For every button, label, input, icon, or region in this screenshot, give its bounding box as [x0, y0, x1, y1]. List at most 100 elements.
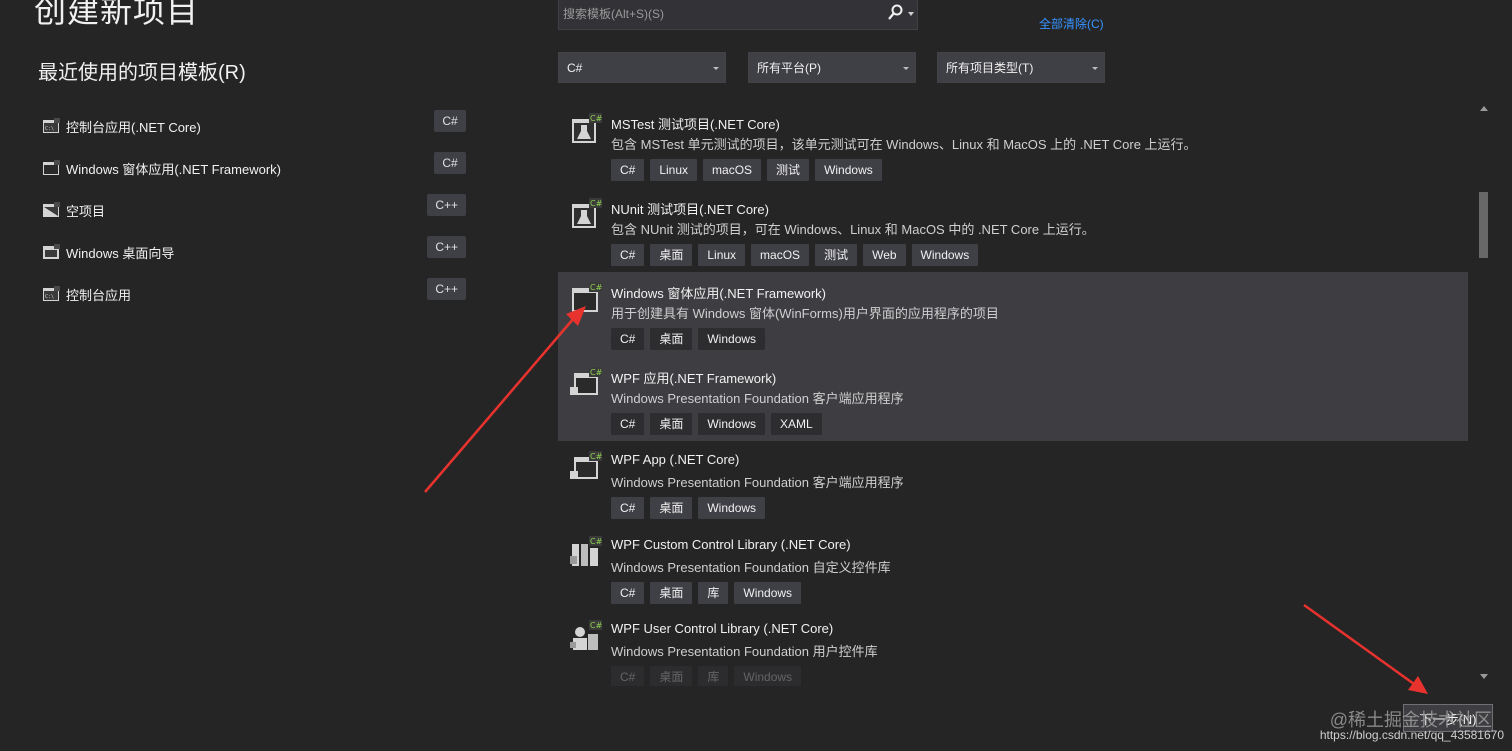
- template-tag: 桌面: [650, 497, 693, 519]
- recent-item-console-core[interactable]: C:\ 控制台应用(.NET Core) C#: [38, 105, 470, 147]
- svg-text:C#: C#: [590, 199, 602, 208]
- template-list: C# MSTest 测试项目(.NET Core) 包含 MSTest 单元测试…: [558, 103, 1468, 686]
- scroll-up-icon[interactable]: [1480, 106, 1488, 111]
- template-tag: C#: [611, 666, 645, 686]
- template-tag: C#: [611, 412, 645, 435]
- template-item-wpf-custom-control[interactable]: C# WPF Custom Control Library (.NET Core…: [558, 526, 1468, 611]
- recent-item-empty-project[interactable]: 空项目 C++: [38, 189, 470, 231]
- scroll-down-icon[interactable]: [1480, 674, 1488, 679]
- template-description: Windows Presentation Foundation 自定义控件库: [611, 559, 891, 575]
- recent-item-windows-forms[interactable]: Windows 窗体应用(.NET Framework) C#: [38, 147, 470, 189]
- template-tag: Windows: [698, 412, 766, 435]
- recent-item-label: Windows 桌面向导: [66, 245, 175, 261]
- template-tag: 桌面: [650, 412, 693, 435]
- template-name: WPF 应用(.NET Framework): [611, 370, 777, 386]
- template-tag: C#: [611, 328, 645, 350]
- template-tag: 测试: [815, 243, 858, 266]
- recent-item-label: 空项目: [66, 203, 106, 219]
- recent-templates-list: C:\ 控制台应用(.NET Core) C# Windows 窗体应用(.NE…: [38, 105, 470, 315]
- template-name: WPF Custom Control Library (.NET Core): [611, 536, 851, 552]
- scrollbar-thumb[interactable]: [1479, 192, 1488, 258]
- recent-item-label: 控制台应用: [66, 287, 132, 303]
- svg-text:C#: C#: [590, 283, 602, 292]
- template-tags: C# Linux macOS 测试 Windows: [611, 159, 882, 181]
- template-tag: 桌面: [650, 581, 693, 604]
- wpf-app-icon: C#: [570, 451, 602, 479]
- svg-text:C#: C#: [590, 452, 602, 461]
- svg-text:C#: C#: [590, 114, 602, 123]
- template-name: WPF User Control Library (.NET Core): [611, 621, 834, 636]
- search-input[interactable]: [559, 0, 879, 28]
- user-control-icon: C#: [570, 620, 602, 650]
- template-tag: XAML: [771, 412, 822, 435]
- clear-all-link[interactable]: 全部清除(C): [1039, 15, 1104, 32]
- template-tag: 库: [698, 666, 729, 686]
- template-tag: C#: [611, 497, 645, 519]
- template-tag: Linux: [698, 243, 746, 266]
- recent-templates-title: 最近使用的项目模板(R): [38, 62, 246, 84]
- chevron-down-icon: [903, 67, 909, 70]
- chevron-down-icon: [713, 67, 719, 70]
- template-name: Windows 窗体应用(.NET Framework): [611, 286, 827, 301]
- windows-form-icon: C#: [572, 282, 602, 312]
- template-name: WPF App (.NET Core): [611, 452, 740, 467]
- language-badge: C++: [427, 278, 466, 300]
- language-badge: C++: [427, 194, 466, 216]
- template-tags: C# 桌面 库 Windows: [611, 581, 802, 604]
- recent-item-windows-desktop-wizard[interactable]: Windows 桌面向导 C++: [38, 231, 470, 273]
- template-tags: C# 桌面 库 Windows: [611, 666, 802, 686]
- svg-text:C:\: C:\: [45, 126, 54, 132]
- template-item-wpf-core[interactable]: C# WPF App (.NET Core) Windows Presentat…: [558, 441, 1468, 526]
- template-tag: Windows: [815, 159, 882, 181]
- template-tag: Windows: [734, 581, 802, 604]
- console-app-icon: C:\: [43, 118, 60, 133]
- recent-item-console-app[interactable]: C:\ 控制台应用 C++: [38, 273, 470, 315]
- template-description: Windows Presentation Foundation 客户端应用程序: [611, 475, 904, 490]
- watermark-url: https://blog.csdn.net/qq_43581670: [1319, 728, 1504, 742]
- template-tag: macOS: [751, 243, 810, 266]
- annotation-arrow-left: [424, 317, 575, 493]
- template-description: Windows Presentation Foundation 客户端应用程序: [611, 390, 904, 406]
- template-tags: C# 桌面 Windows: [611, 497, 766, 519]
- project-type-filter-dropdown[interactable]: 所有项目类型(T): [937, 52, 1105, 83]
- template-tags: C# 桌面 Windows XAML: [611, 412, 822, 435]
- language-filter-dropdown[interactable]: C#: [558, 52, 726, 83]
- recent-item-label: Windows 窗体应用(.NET Framework): [66, 161, 282, 177]
- template-tag: Windows: [911, 243, 979, 266]
- search-icon[interactable]: [887, 4, 903, 22]
- test-flask-icon: C#: [572, 197, 602, 228]
- chevron-down-icon: [1092, 67, 1098, 70]
- template-tag: 桌面: [650, 328, 693, 350]
- console-app-icon: C:\: [43, 286, 60, 301]
- search-box[interactable]: [558, 0, 918, 30]
- template-description: 用于创建具有 Windows 窗体(WinForms)用户界面的应用程序的项目: [611, 306, 999, 321]
- empty-project-icon: [43, 202, 60, 217]
- svg-text:C#: C#: [590, 621, 602, 630]
- svg-text:C#: C#: [590, 537, 602, 546]
- template-item-wpf-user-control[interactable]: C# WPF User Control Library (.NET Core) …: [558, 610, 1468, 686]
- template-item-mstest[interactable]: C# MSTest 测试项目(.NET Core) 包含 MSTest 单元测试…: [558, 103, 1468, 188]
- template-tag: 库: [698, 581, 729, 604]
- control-library-icon: C#: [570, 535, 602, 566]
- language-badge: C#: [434, 110, 466, 132]
- chevron-down-icon[interactable]: [908, 12, 914, 16]
- test-flask-icon: C#: [572, 113, 602, 143]
- language-filter-value: C#: [567, 61, 583, 75]
- template-tags: C# 桌面 Windows: [611, 328, 766, 350]
- template-tag: Windows: [698, 497, 766, 519]
- platform-filter-value: 所有平台(P): [757, 61, 821, 75]
- template-description: Windows Presentation Foundation 用户控件库: [611, 644, 878, 659]
- template-item-nunit[interactable]: C# NUnit 测试项目(.NET Core) 包含 NUnit 测试的项目，…: [558, 188, 1468, 273]
- template-description: 包含 MSTest 单元测试的项目，该单元测试可在 Windows、Linux …: [611, 137, 1197, 152]
- language-badge: C++: [427, 236, 466, 258]
- platform-filter-dropdown[interactable]: 所有平台(P): [748, 52, 916, 83]
- template-tag: macOS: [703, 159, 762, 181]
- template-description: 包含 NUnit 测试的项目，可在 Windows、Linux 和 MacOS …: [611, 221, 1095, 237]
- template-list-scrollbar[interactable]: [1476, 102, 1492, 686]
- template-item-wpf-framework[interactable]: C# WPF 应用(.NET Framework) Windows Presen…: [558, 356, 1468, 441]
- svg-text:C:\: C:\: [45, 294, 54, 300]
- windows-desktop-icon: [43, 244, 60, 259]
- template-tag: C#: [611, 581, 645, 604]
- template-item-windows-forms[interactable]: C# Windows 窗体应用(.NET Framework) 用于创建具有 W…: [558, 272, 1468, 357]
- template-tag: 桌面: [650, 243, 693, 266]
